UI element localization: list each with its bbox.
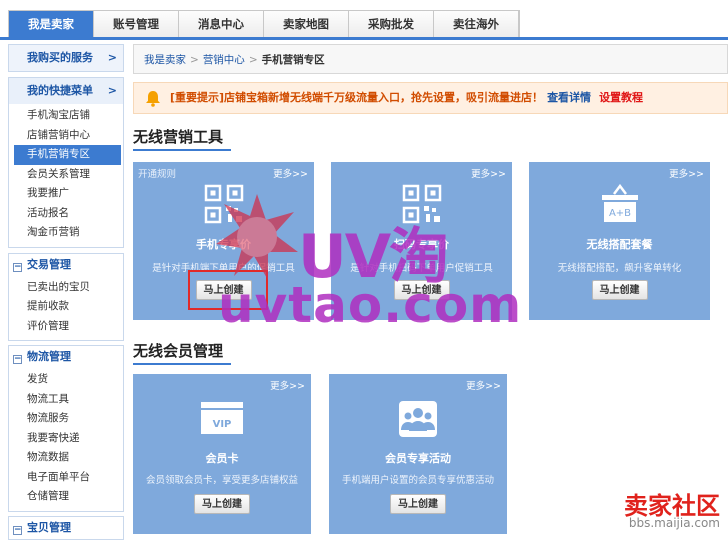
bought-services-box[interactable]: 我购买的服务 > (8, 44, 124, 72)
notice-details-link[interactable]: 查看详情 (547, 91, 591, 104)
create-now-button[interactable]: 马上创建 (393, 280, 450, 300)
sidebar-item-logistics-service[interactable]: 物流服务 (9, 409, 123, 429)
sidebar-item-taojinbi[interactable]: 淘金币营销 (9, 223, 123, 243)
card-title: 扫码专享价 (394, 238, 449, 251)
gift-box-text: A+B (608, 208, 630, 219)
card-member-activity: 更多>> 会员专享活动 手机端用户设置的会员专享优惠活动 马上创建 (329, 374, 507, 534)
tab-seller[interactable]: 我是卖家 (9, 11, 94, 38)
tab-account[interactable]: 账号管理 (94, 11, 179, 38)
logistics-label: 物流管理 (27, 350, 71, 363)
nav-underline (0, 37, 728, 40)
open-rules-link[interactable]: 开通规则 (138, 166, 176, 180)
card-title: 无线搭配套餐 (586, 238, 653, 251)
quick-menu-list: 手机淘宝店铺 店铺营销中心 手机营销专区 会员关系管理 我要推广 活动报名 淘金… (9, 104, 123, 247)
collapse-icon[interactable]: − (13, 355, 22, 364)
sidebar-item-warehouse[interactable]: 仓储管理 (9, 487, 123, 507)
sidebar-item-mobile-marketing[interactable]: 手机营销专区 (14, 145, 121, 165)
chevron-right-icon[interactable]: > (108, 78, 117, 104)
create-now-button[interactable]: 马上创建 (591, 280, 648, 300)
sidebar-item-early-payment[interactable]: 提前收款 (9, 297, 123, 317)
sidebar-item-promotion[interactable]: 我要推广 (9, 184, 123, 204)
breadcrumb: 我是卖家 > 营销中心 > 手机营销专区 (133, 44, 728, 74)
trade-group: − 交易管理 已卖出的宝贝 提前收款 评价管理 (8, 252, 124, 341)
card-description: 是针对手机扫码下单用户促销工具 (350, 263, 493, 274)
qr-code-icon (204, 184, 243, 224)
card-title: 会员卡 (205, 452, 239, 465)
quick-menu-label: 我的快捷菜单 (27, 84, 93, 97)
card-description: 手机端用户设置的会员专享优惠活动 (341, 475, 494, 486)
highlight-box (188, 270, 268, 310)
qr-code-icon (402, 184, 441, 224)
goods-label: 宝贝管理 (27, 520, 71, 534)
card-description: 会员领取会员卡，享受更多店铺权益 (145, 475, 298, 486)
tab-messages[interactable]: 消息中心 (179, 11, 264, 38)
sidebar-item-member-relations[interactable]: 会员关系管理 (9, 165, 123, 185)
wireless-members-cards: 更多>> VIP 会员卡 会员领取会员卡，享受更多店铺权益 马上创建 更多>> … (133, 374, 728, 534)
card-title: 会员专享活动 (385, 452, 451, 465)
logistics-header[interactable]: − 物流管理 (9, 346, 123, 368)
breadcrumb-current: 手机营销专区 (261, 54, 325, 66)
sidebar-item-e-waybill[interactable]: 电子面单平台 (9, 468, 123, 488)
trade-list: 已卖出的宝贝 提前收款 评价管理 (9, 276, 123, 341)
gift-box-icon: A+B (601, 184, 638, 222)
card-wireless-bundle: 更多>> A+B 无线搭配套餐 无线搭配搭配，飙升客单转化 马上创建 (529, 162, 710, 320)
collapse-icon[interactable]: − (13, 525, 22, 535)
more-link[interactable]: 更多>> (471, 166, 506, 180)
breadcrumb-link-seller[interactable]: 我是卖家 (144, 54, 186, 66)
tab-overseas[interactable]: 卖往海外 (434, 11, 519, 38)
vip-text: VIP (213, 419, 232, 430)
more-link[interactable]: 更多>> (270, 378, 305, 392)
sidebar-item-logistics-data[interactable]: 物流数据 (9, 448, 123, 468)
sidebar-item-logistics-tools[interactable]: 物流工具 (9, 390, 123, 410)
goods-group: − 宝贝管理 (8, 515, 124, 540)
logistics-group: − 物流管理 发货 物流工具 物流服务 我要寄快递 物流数据 电子面单平台 仓储管… (8, 345, 124, 512)
bell-icon (146, 91, 160, 107)
card-title: 手机专享价 (196, 238, 251, 251)
chevron-right-icon[interactable]: > (108, 45, 117, 71)
quick-menu-header[interactable]: 我的快捷菜单 > (9, 78, 123, 104)
goods-header[interactable]: − 宝贝管理 (9, 517, 123, 539)
breadcrumb-link-marketing[interactable]: 营销中心 (203, 54, 245, 66)
bought-services-header[interactable]: 我购买的服务 > (9, 45, 123, 71)
sidebar-item-marketing-center[interactable]: 店铺营销中心 (9, 126, 123, 146)
notice-text: [重要提示]店铺宝箱新增无线端千万级流量入口，抢先设置，吸引流量进店！ (170, 91, 544, 104)
card-description: 无线搭配搭配，飙升客单转化 (557, 263, 682, 274)
sidebar-item-activity-signup[interactable]: 活动报名 (9, 204, 123, 224)
card-scan-price: 更多>> 扫码专享价 是针对手机扫码下单用户促销工具 马上创建 (331, 162, 512, 320)
section-title-wireless-tools: 无线营销工具 (133, 126, 728, 151)
tab-seller-map[interactable]: 卖家地图 (264, 11, 349, 38)
bought-services-label: 我购买的服务 (27, 51, 93, 64)
sidebar-item-mobile-store[interactable]: 手机淘宝店铺 (9, 106, 123, 126)
sidebar: 我购买的服务 > 我的快捷菜单 > 手机淘宝店铺 店铺营销中心 手机营销专区 会… (8, 44, 124, 542)
sidebar-item-reviews[interactable]: 评价管理 (9, 317, 123, 337)
more-link[interactable]: 更多>> (466, 378, 501, 392)
logistics-list: 发货 物流工具 物流服务 我要寄快递 物流数据 电子面单平台 仓储管理 (9, 368, 123, 511)
breadcrumb-separator: > (248, 54, 258, 66)
sidebar-item-send-express[interactable]: 我要寄快递 (9, 429, 123, 449)
sidebar-item-ship[interactable]: 发货 (9, 370, 123, 390)
breadcrumb-separator: > (190, 54, 199, 66)
vip-card-icon: VIP (201, 402, 243, 434)
more-link[interactable]: 更多>> (669, 166, 704, 180)
more-link[interactable]: 更多>> (273, 166, 308, 180)
card-member-card: 更多>> VIP 会员卡 会员领取会员卡，享受更多店铺权益 马上创建 (133, 374, 311, 534)
collapse-icon[interactable]: − (13, 262, 22, 272)
quick-menu-box: 我的快捷菜单 > 手机淘宝店铺 店铺营销中心 手机营销专区 会员关系管理 我要推… (8, 77, 124, 248)
notice-tutorial-link[interactable]: 设置教程 (599, 91, 643, 104)
tab-wholesale[interactable]: 采购批发 (349, 11, 434, 38)
trade-header[interactable]: − 交易管理 (9, 254, 123, 276)
create-now-button[interactable]: 马上创建 (390, 494, 446, 514)
notice-banner: [重要提示]店铺宝箱新增无线端千万级流量入口，抢先设置，吸引流量进店！ 查看详情设… (133, 82, 728, 114)
create-now-button[interactable]: 马上创建 (194, 494, 250, 514)
member-group-icon (399, 401, 437, 437)
sidebar-item-sold-items[interactable]: 已卖出的宝贝 (9, 278, 123, 298)
top-navigation: 我是卖家 账号管理 消息中心 卖家地图 采购批发 卖往海外 (8, 10, 520, 38)
trade-label: 交易管理 (27, 257, 71, 271)
section-title-wireless-members: 无线会员管理 (133, 340, 728, 365)
